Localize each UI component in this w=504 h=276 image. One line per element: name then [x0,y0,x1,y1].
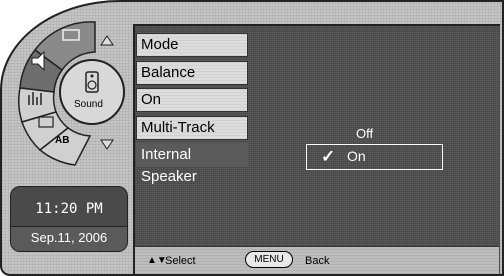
clock-date: Sep.11, 2006 [11,226,127,251]
dial-center-label: Sound [74,99,103,110]
option-on-selected[interactable]: ✓ On [306,144,443,170]
footer-help-bar: ▲▼ Select MENU Back [135,246,499,274]
option-off[interactable]: Off [356,126,373,141]
back-hint: Back [305,255,330,267]
menu-button-icon: MENU [245,251,293,268]
option-on-label: On [347,148,366,164]
menu-item-balance[interactable]: Balance [136,61,248,85]
clock-panel: 11:20 PM Sep.11, 2006 [10,186,128,252]
menu-item-mode[interactable]: Mode [136,33,248,57]
menu-item-internal-speaker[interactable]: Internal Speaker [136,143,248,185]
dial-ab-label: AB [55,135,70,146]
up-down-arrows-icon: ▲▼ [147,255,167,266]
category-dial [18,21,125,166]
dial-down-arrow-icon[interactable] [100,139,114,150]
menu-item-multi-track[interactable]: Multi-Track [136,116,248,140]
dial-up-arrow-icon[interactable] [100,35,114,46]
check-icon: ✓ [321,147,336,166]
select-hint: Select [165,255,196,267]
menu-item-on[interactable]: On [136,88,248,112]
clock-time: 11:20 PM [35,201,103,217]
